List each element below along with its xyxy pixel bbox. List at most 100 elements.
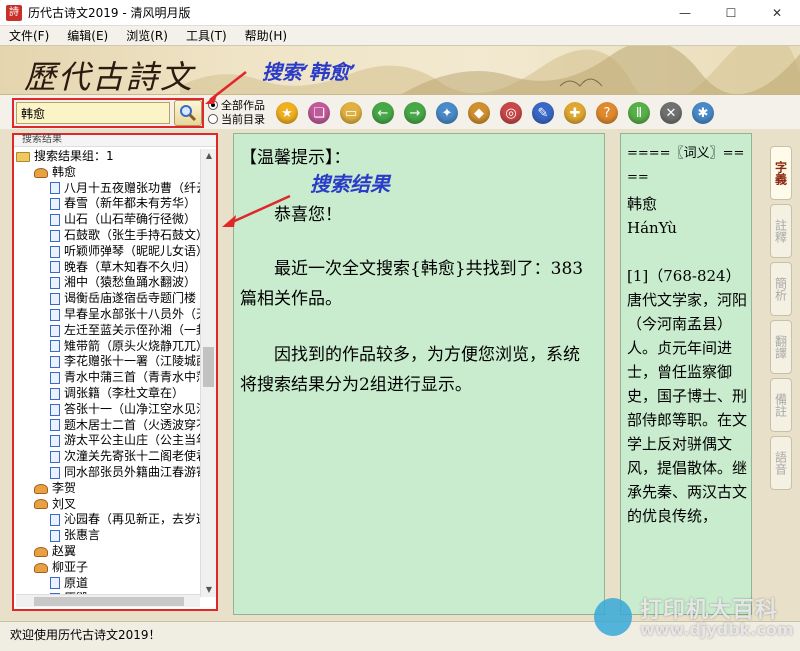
tab-meaning[interactable]: 字義	[770, 146, 792, 200]
banner: 歷代古詩文 搜索‘韩愈’	[0, 46, 800, 95]
toolbar-button[interactable]: Ⅱ	[624, 98, 654, 128]
tab-remarks[interactable]: 備註	[770, 378, 792, 432]
tree-label: 原道	[64, 575, 89, 590]
author-book-icon	[34, 167, 48, 178]
menu-edit[interactable]: 编辑(E)	[58, 26, 117, 46]
tree-label: 沁园春（再见新正，去岁逃	[64, 512, 200, 527]
toolbar-button[interactable]: →	[400, 98, 430, 128]
author-book-icon	[34, 499, 48, 510]
disc-icon: ◎	[500, 102, 522, 124]
tree-work[interactable]: 早春呈水部张十八员外（天	[16, 307, 200, 323]
document-icon	[50, 514, 60, 527]
tree-author[interactable]: 韩愈	[16, 165, 200, 181]
tree-label: 雉带箭（原头火烧静兀兀）	[64, 338, 200, 353]
search-box	[12, 98, 204, 128]
toolbar-button[interactable]: ✕	[656, 98, 686, 128]
tree-work[interactable]: 春雪（新年都未有芳华）	[16, 196, 200, 212]
tree-label: 早春呈水部张十八员外（天	[64, 306, 200, 321]
tree-work[interactable]: 原道	[16, 576, 200, 592]
books-icon: ❏	[308, 102, 330, 124]
tree-label: 山石（山石荦确行径微）	[64, 212, 197, 227]
author-book-icon	[34, 546, 48, 557]
tab-analysis[interactable]: 簡析	[770, 262, 792, 316]
tip-paragraph: 最近一次全文搜索{韩愈}共找到了：383篇相关作品。	[240, 259, 584, 309]
tree-author[interactable]: 刘叉	[16, 497, 200, 513]
tree-work[interactable]: 调张籍（李杜文章在）	[16, 386, 200, 402]
toolbar-button[interactable]: ✚	[560, 98, 590, 128]
tree-author[interactable]: 柳亚子	[16, 560, 200, 576]
folder-open-icon	[16, 151, 30, 162]
tree-work[interactable]: 晚春（草木知春不久归）	[16, 260, 200, 276]
menu-file[interactable]: 文件(F)	[0, 26, 58, 46]
menu-tools[interactable]: 工具(T)	[177, 26, 236, 46]
tree-work[interactable]: 沁园春（再见新正，去岁逃	[16, 512, 200, 528]
tree-author[interactable]: 赵翼	[16, 544, 200, 560]
tree-work[interactable]: 左迁至蓝关示侄孙湘（一封	[16, 323, 200, 339]
window-title: 历代古诗文2019 - 清风明月版	[28, 6, 191, 20]
scope-current-radio[interactable]: 当前目录	[208, 112, 265, 126]
toolbar-button[interactable]: ❏	[304, 98, 334, 128]
tab-translation[interactable]: 翻譯	[770, 320, 792, 374]
tree-author[interactable]: 李贺	[16, 481, 200, 497]
toolbar-button[interactable]: ←	[368, 98, 398, 128]
tree-work[interactable]: 游太平公主山庄（公主当年	[16, 433, 200, 449]
new-folder-icon: ✚	[564, 102, 586, 124]
search-input[interactable]	[16, 102, 170, 124]
toolbar-button[interactable]: ✱	[688, 98, 718, 128]
tree-work[interactable]: 雉带箭（原头火烧静兀兀）	[16, 339, 200, 355]
toolbar-button[interactable]: ✦	[432, 98, 462, 128]
scroll-down-icon[interactable]: ▼	[201, 583, 217, 597]
tree-work[interactable]: 题木居士二首（火透波穿不	[16, 418, 200, 434]
tree-work[interactable]: 石鼓歌（张生手持石鼓文）	[16, 228, 200, 244]
tree-vertical-scrollbar[interactable]: ▲ ▼	[200, 149, 216, 597]
tree-work[interactable]: 张惠言	[16, 528, 200, 544]
tree-label: 柳亚子	[52, 559, 89, 574]
tree-work[interactable]: 八月十五夜赠张功曹（纤云	[16, 181, 200, 197]
toolbar-button[interactable]: ▭	[336, 98, 366, 128]
search-results-panel: 搜索结果 搜索结果组：1 韩愈 八月十五夜赠张功曹（纤云 春雪（新年都未有芳华） 山石…	[12, 133, 218, 611]
tree-label: 刘叉	[52, 496, 77, 511]
lock-icon: ◆	[468, 102, 490, 124]
tree-work[interactable]: 谒衡岳庙遂宿岳寺题门楼（	[16, 291, 200, 307]
stop-sound-icon: ✕	[660, 102, 682, 124]
app-logo: 歷代古詩文	[24, 58, 195, 95]
tree-horizontal-scrollbar[interactable]	[16, 594, 200, 607]
tree-work[interactable]: 山石（山石荦确行径微）	[16, 212, 200, 228]
tree-label: 石鼓歌（张生手持石鼓文）	[64, 227, 200, 242]
definition-word: 韩愈	[627, 195, 658, 213]
document-icon	[50, 198, 60, 211]
tree-work[interactable]: 湘中（猿愁鱼踊水翻波）	[16, 275, 200, 291]
close-button[interactable]: ✕	[754, 0, 800, 26]
tip-paragraph: 恭喜您！	[274, 205, 342, 225]
toolbar-button[interactable]: ?	[592, 98, 622, 128]
tree-work[interactable]: 次潼关先寄张十二阁老使君	[16, 449, 200, 465]
tree-work[interactable]: 青水中蒲三首（青青水中蒲	[16, 370, 200, 386]
toolbar-button[interactable]: ◎	[496, 98, 526, 128]
tree-work[interactable]: 李花赠张十一署（江陵城西	[16, 354, 200, 370]
tab-notes[interactable]: 註釋	[770, 204, 792, 258]
tree-work[interactable]: 答张十一（山净江空水见沙	[16, 402, 200, 418]
tree-label: 赵翼	[52, 543, 77, 558]
scroll-up-icon[interactable]: ▲	[201, 149, 217, 163]
scroll-h-thumb[interactable]	[34, 597, 184, 606]
tools-icon: ✦	[436, 102, 458, 124]
toolbar-button[interactable]: ◆	[464, 98, 494, 128]
tree-work[interactable]: 听颖师弹琴（昵昵儿女语）	[16, 244, 200, 260]
tree-work[interactable]: 同水部张员外籍曲江春游寄	[16, 465, 200, 481]
definition-pinyin: HánYù	[627, 219, 677, 237]
scope-all-radio[interactable]: 全部作品	[208, 98, 265, 112]
result-group-label: 搜索结果组：1	[34, 149, 114, 163]
minimize-button[interactable]: —	[662, 0, 708, 26]
scroll-thumb[interactable]	[203, 347, 214, 387]
toolbar-button[interactable]: ★	[272, 98, 302, 128]
menu-help[interactable]: 帮助(H)	[236, 26, 296, 46]
document-icon	[50, 324, 60, 337]
tab-audio[interactable]: 語音	[770, 436, 792, 490]
maximize-button[interactable]: ☐	[708, 0, 754, 26]
search-button[interactable]	[174, 100, 202, 126]
menu-browse[interactable]: 浏览(R)	[117, 26, 177, 46]
result-group[interactable]: 搜索结果组：1	[16, 149, 200, 165]
app-icon: 詩	[6, 4, 22, 21]
search-scope: 全部作品 当前目录	[208, 98, 265, 126]
toolbar-button[interactable]: ✎	[528, 98, 558, 128]
